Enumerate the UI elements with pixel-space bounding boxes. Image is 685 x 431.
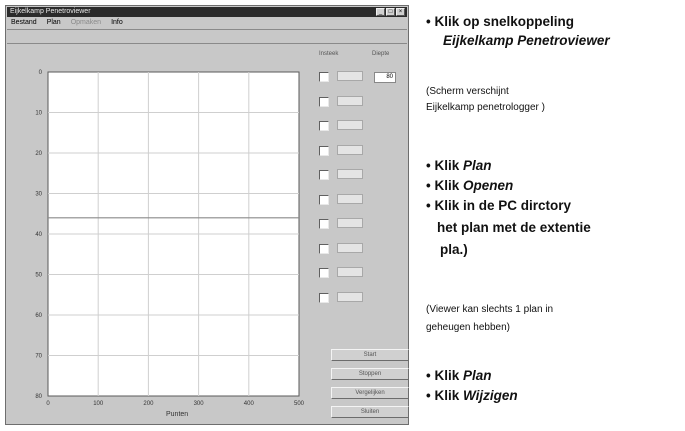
x-tick-label: 0 <box>46 401 50 407</box>
compare-button[interactable]: Vergelijken <box>331 387 409 399</box>
insertion-checkbox[interactable] <box>319 145 329 156</box>
insertion-field[interactable] <box>337 193 363 204</box>
note-viewer-line1: (Viewer kan slechts 1 plan in <box>426 304 554 315</box>
stop-button[interactable]: Stoppen <box>331 368 409 380</box>
step-directory-line3: pla.) <box>440 242 468 257</box>
y-tick-label: 50 <box>35 273 42 279</box>
x-tick-label: 500 <box>294 401 305 407</box>
x-axis-label: Punten <box>166 411 189 418</box>
insertion-field[interactable] <box>337 169 363 179</box>
x-tick-label: 300 <box>194 401 205 407</box>
note-viewer-line2: geheugen hebben) <box>426 322 510 333</box>
insertion-checkbox[interactable] <box>319 121 329 131</box>
insertion-checkbox[interactable] <box>319 292 329 303</box>
insertion-checkbox[interactable] <box>319 194 329 205</box>
insertion-field[interactable] <box>337 95 363 106</box>
y-tick-label: 30 <box>35 192 42 198</box>
note-screen-line1: (Scherm verschijnt <box>426 86 509 97</box>
insertion-field[interactable] <box>337 71 363 81</box>
insertion-field[interactable] <box>337 242 363 253</box>
app-window: Eijkelkamp Penetroviewer _ □ × Bestand P… <box>5 5 409 425</box>
insertion-checkbox[interactable] <box>319 243 329 254</box>
y-tick-label: 60 <box>35 313 42 319</box>
step-plan: • Klik Plan <box>426 158 492 173</box>
column-header-insteek: Insteek <box>319 51 339 57</box>
insertion-field[interactable] <box>337 144 363 155</box>
close-panel-button[interactable]: Sluiten <box>331 406 409 418</box>
y-tick-label: 10 <box>35 111 42 117</box>
start-button[interactable]: Start <box>331 349 409 361</box>
x-tick-label: 400 <box>244 401 255 407</box>
step-edit: • Klik Wijzigen <box>426 388 518 403</box>
insertion-checkbox[interactable] <box>319 170 329 180</box>
note-screen-line2: Eijkelkamp penetrologger ) <box>426 102 545 113</box>
column-header-diepte: Diepte <box>372 51 390 57</box>
y-tick-label: 0 <box>39 70 43 76</box>
step-shortcut: • Klik op snelkoppeling <box>426 14 574 29</box>
step-directory-line2: het plan met de extentie <box>437 220 591 235</box>
step-shortcut-name: Eijkelkamp Penetroviewer <box>443 33 610 48</box>
penetrogram-chart: 0 100 200 300 400 500 0 10 20 30 40 50 60 70 80 <box>35 70 305 407</box>
step-directory: • Klik in de PC dirctory <box>426 198 572 213</box>
insertion-field[interactable] <box>337 291 363 302</box>
insertion-checkbox[interactable] <box>319 96 329 107</box>
x-tick-label: 100 <box>93 401 104 407</box>
y-tick-label: 20 <box>35 151 42 157</box>
step-plan-2: • Klik Plan <box>426 368 492 383</box>
x-tick-label: 200 <box>143 401 154 407</box>
insertion-checkbox[interactable] <box>319 268 329 278</box>
y-tick-label: 40 <box>35 232 42 238</box>
insertion-field[interactable] <box>337 267 363 277</box>
step-open: • Klik Openen <box>426 178 514 193</box>
insertion-checkbox[interactable] <box>319 72 329 82</box>
y-tick-label: 70 <box>35 354 42 360</box>
insertion-field[interactable] <box>337 218 363 228</box>
insertion-checkbox[interactable] <box>319 219 329 229</box>
depth-value[interactable]: 80 <box>374 72 396 83</box>
insertion-field[interactable] <box>337 120 363 130</box>
y-tick-label: 80 <box>35 394 42 400</box>
